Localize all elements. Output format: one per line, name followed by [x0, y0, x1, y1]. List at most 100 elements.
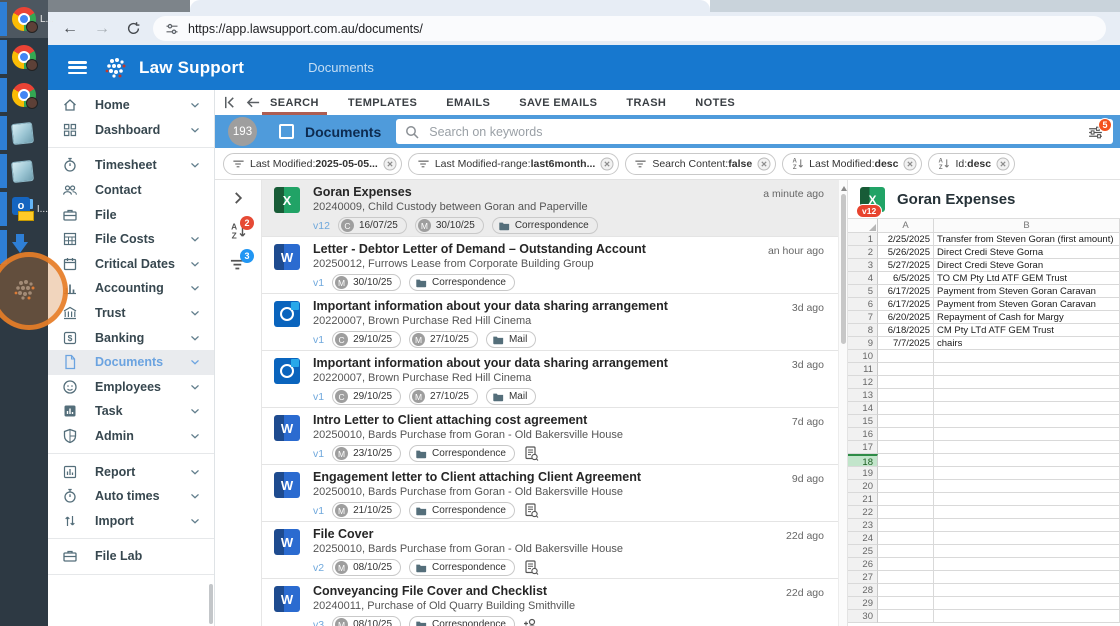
sheet-corner-cell[interactable] [848, 219, 878, 233]
document-row[interactable]: WIntro Letter to Client attaching cost a… [262, 408, 838, 465]
cell-b[interactable]: Repayment of Cash for Margy [934, 311, 1120, 324]
cell-a[interactable] [878, 610, 934, 623]
tab-search[interactable]: SEARCH [270, 90, 319, 115]
cell-a[interactable]: 6/20/2025 [878, 311, 934, 324]
cell-b[interactable] [934, 597, 1120, 610]
cell-b[interactable] [934, 350, 1120, 363]
filter-chip-id-desc[interactable]: AZId:desc [928, 153, 1015, 175]
row-header[interactable]: 14 [848, 402, 878, 415]
row-header[interactable]: 7 [848, 311, 878, 324]
menu-icon[interactable] [68, 61, 87, 74]
row-header[interactable]: 16 [848, 428, 878, 441]
row-header[interactable]: 27 [848, 571, 878, 584]
folder-chip[interactable]: Correspondence [409, 616, 515, 626]
cell-a[interactable]: 2/25/2025 [878, 233, 934, 246]
created-date-chip[interactable]: C16/07/25 [338, 217, 407, 234]
cell-a[interactable] [878, 363, 934, 376]
row-header[interactable]: 6 [848, 298, 878, 311]
cell-b[interactable] [934, 428, 1120, 441]
row-header[interactable]: 23 [848, 519, 878, 532]
cell-b[interactable] [934, 376, 1120, 389]
cell-a[interactable] [878, 558, 934, 571]
folder-chip[interactable]: Mail [486, 331, 536, 348]
cell-a[interactable] [878, 597, 934, 610]
cell-a[interactable] [878, 428, 934, 441]
cell-b[interactable] [934, 532, 1120, 545]
browser-forward-icon[interactable]: → [94, 21, 110, 37]
row-header[interactable]: 3 [848, 259, 878, 272]
taskbar-outlook[interactable]: o I... [0, 190, 48, 228]
advanced-filters-button[interactable]: 5 [1087, 122, 1107, 142]
cell-b[interactable] [934, 441, 1120, 454]
document-row[interactable]: WConveyancing File Cover and Checklist20… [262, 579, 838, 626]
cell-a[interactable] [878, 376, 934, 389]
column-header-a[interactable]: A [878, 219, 934, 233]
row-header[interactable]: 25 [848, 545, 878, 558]
cell-b[interactable] [934, 558, 1120, 571]
scrollbar-thumb[interactable] [841, 194, 846, 344]
sidebar-item-home[interactable]: Home [48, 93, 214, 118]
row-header[interactable]: 11 [848, 363, 878, 376]
cell-a[interactable] [878, 402, 934, 415]
row-header[interactable]: 30 [848, 610, 878, 623]
row-header[interactable]: 21 [848, 493, 878, 506]
sidebar-item-critical-dates[interactable]: Critical Dates [48, 252, 214, 277]
cell-a[interactable] [878, 350, 934, 363]
row-header[interactable]: 24 [848, 532, 878, 545]
sidebar-item-contact[interactable]: Contact [48, 178, 214, 203]
collapse-panel-icon[interactable] [222, 95, 237, 110]
remove-chip-icon[interactable] [757, 157, 771, 171]
cell-b[interactable]: Direct Credi Steve Goran [934, 259, 1120, 272]
column-header-b[interactable]: B [934, 219, 1120, 233]
cell-b[interactable] [934, 519, 1120, 532]
select-all-checkbox[interactable] [279, 124, 294, 139]
cell-a[interactable]: 5/26/2025 [878, 246, 934, 259]
cell-b[interactable] [934, 480, 1120, 493]
cell-b[interactable]: Transfer from Steven Goran (first amount… [934, 233, 1120, 246]
cell-b[interactable] [934, 402, 1120, 415]
cell-a[interactable] [878, 454, 934, 467]
created-date-chip[interactable]: C29/10/25 [332, 388, 401, 405]
scroll-up-arrow[interactable] [841, 183, 847, 191]
cell-a[interactable] [878, 480, 934, 493]
sidebar-item-accounting[interactable]: Accounting [48, 276, 214, 301]
filter-chip-search-content-false[interactable]: Search Content:false [625, 153, 776, 175]
cell-a[interactable] [878, 545, 934, 558]
cell-a[interactable]: 6/18/2025 [878, 324, 934, 337]
cell-a[interactable] [878, 506, 934, 519]
cell-a[interactable] [878, 519, 934, 532]
document-row[interactable]: WFile Cover20250010, Bards Purchase from… [262, 522, 838, 579]
document-row[interactable]: WLetter - Debtor Letter of Demand – Outs… [262, 237, 838, 294]
browser-active-tab[interactable] [190, 0, 710, 12]
search-input[interactable] [427, 124, 1087, 140]
cell-a[interactable] [878, 467, 934, 480]
modified-date-chip[interactable]: M08/10/25 [332, 616, 401, 626]
remove-chip-icon[interactable] [903, 157, 917, 171]
tab-templates[interactable]: TEMPLATES [348, 90, 417, 115]
sidebar-item-import[interactable]: Import [48, 509, 214, 534]
sidebar-item-trust[interactable]: Trust [48, 301, 214, 326]
modified-date-chip[interactable]: M30/10/25 [415, 217, 484, 234]
browser-back-icon[interactable]: ← [62, 21, 78, 37]
row-header[interactable]: 8 [848, 324, 878, 337]
taskbar-chrome-window-2[interactable] [0, 38, 48, 76]
modified-date-chip[interactable]: M30/10/25 [332, 274, 401, 291]
remove-chip-icon[interactable] [600, 157, 614, 171]
sidebar-item-employees[interactable]: Employees [48, 375, 214, 400]
row-header[interactable]: 2 [848, 246, 878, 259]
remove-chip-icon[interactable] [996, 157, 1010, 171]
back-arrow-icon[interactable] [246, 95, 261, 110]
person-add-icon[interactable] [523, 616, 540, 626]
doc-search-icon[interactable] [523, 445, 540, 462]
cell-a[interactable]: 5/27/2025 [878, 259, 934, 272]
filter-chip-last-modified-range-last6month-[interactable]: Last Modified-range:last6month... [408, 153, 620, 175]
remove-chip-icon[interactable] [383, 157, 397, 171]
row-header[interactable]: 1 [848, 233, 878, 246]
taskbar-notepad-1[interactable] [0, 114, 48, 152]
row-header[interactable]: 22 [848, 506, 878, 519]
cell-a[interactable]: 6/17/2025 [878, 298, 934, 311]
browser-address-bar[interactable]: https://app.lawsupport.com.au/documents/ [153, 16, 1106, 41]
list-scrollbar[interactable] [838, 180, 847, 626]
tab-notes[interactable]: NOTES [695, 90, 735, 115]
row-header[interactable]: 29 [848, 597, 878, 610]
